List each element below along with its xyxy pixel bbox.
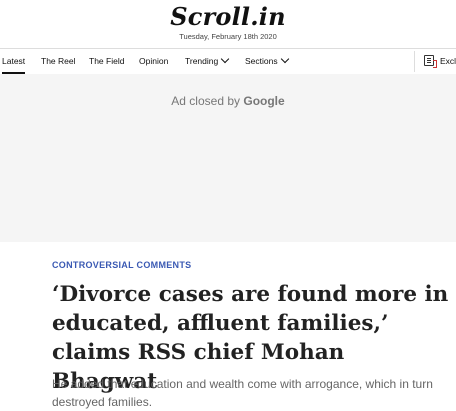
nav-item-the-field[interactable]: The Field [89,56,124,66]
article-kicker[interactable]: CONTROVERSIAL COMMENTS [52,260,191,270]
site-logo[interactable]: Scroll.in [0,2,456,31]
nav-item-the-reel[interactable]: The Reel [41,56,76,66]
chevron-down-icon [280,54,289,64]
masthead: Scroll.in Tuesday, February 18th 2020 [0,0,456,46]
ad-slot: Ad closed by Google [0,74,456,242]
chevron-down-icon [220,54,230,64]
nav-item-opinion[interactable]: Opinion [139,56,168,66]
newspaper-icon[interactable] [424,55,437,68]
nav-item-exclusive[interactable]: Excl [440,56,456,66]
article-dek: He added that education and wealth come … [52,377,433,409]
nav-item-trending[interactable]: Trending [185,54,230,66]
nav-item-sections[interactable]: Sections [245,54,289,66]
nav-item-latest[interactable]: Latest [2,56,26,74]
ad-closed-notice: Ad closed by Google [171,94,285,108]
google-wordmark: Google [243,94,285,108]
header-date: Tuesday, February 18th 2020 [179,32,277,41]
nav-divider [414,51,415,72]
main-nav: Latest The Reel The Field Opinion Trendi… [0,48,456,75]
